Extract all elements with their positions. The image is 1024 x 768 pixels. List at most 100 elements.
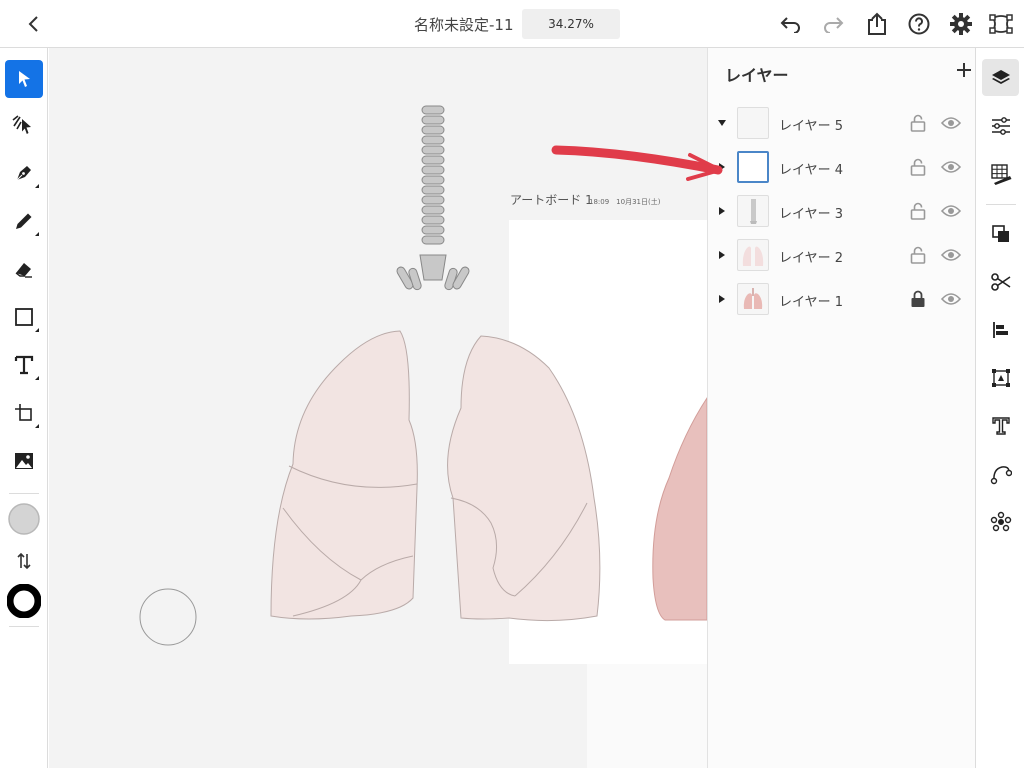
direct-selection-tool[interactable] — [5, 106, 43, 144]
align-panel-button[interactable] — [982, 311, 1019, 348]
layer-disclosure[interactable] — [714, 113, 730, 133]
unlock-icon — [910, 202, 926, 220]
pen-tool[interactable] — [5, 154, 43, 192]
layer-disclosure[interactable] — [714, 289, 730, 309]
layer-name[interactable]: レイヤー 3 — [779, 203, 843, 222]
grid-ruler-panel-button[interactable] — [982, 155, 1019, 192]
toolbar-divider — [9, 626, 39, 627]
help-button[interactable] — [906, 11, 932, 37]
layer-name[interactable]: レイヤー 5 — [779, 115, 843, 134]
zoom-level[interactable]: 34.27% — [522, 9, 620, 39]
rail-divider — [986, 204, 1016, 205]
layer-disclosure[interactable] — [714, 201, 730, 221]
triangle-down-icon — [718, 120, 726, 126]
layer-thumbnail — [737, 239, 769, 271]
triangle-right-icon — [719, 251, 725, 259]
layer-row-4[interactable]: レイヤー 4 — [708, 145, 976, 189]
eraser-icon — [15, 263, 32, 278]
redo-icon — [824, 17, 844, 33]
transform-icon — [991, 368, 1010, 387]
layer-name[interactable]: レイヤー 1 — [779, 291, 843, 310]
font-icon — [991, 416, 1010, 435]
left-toolbar — [0, 48, 48, 768]
layer-visibility-toggle[interactable] — [940, 113, 962, 133]
eye-icon — [941, 205, 961, 217]
layers-icon — [991, 69, 1010, 84]
pencil-tool[interactable] — [5, 202, 43, 240]
stroke-swatch-icon — [7, 584, 41, 618]
toolbar-divider — [9, 493, 39, 494]
unlock-icon — [910, 114, 926, 132]
selection-tool[interactable] — [5, 60, 43, 98]
document-title[interactable]: 名称未設定-11 — [414, 14, 514, 35]
spine-thumbnail — [750, 199, 757, 224]
eraser-tool[interactable] — [5, 250, 43, 288]
layer-visibility-toggle[interactable] — [940, 201, 962, 221]
repeat-panel-button[interactable] — [982, 503, 1019, 540]
layer-lock-toggle[interactable] — [908, 113, 928, 133]
redo-button[interactable] — [820, 11, 846, 37]
right-rail — [975, 48, 1024, 768]
layer-row-2[interactable]: レイヤー 2 — [708, 233, 976, 277]
layers-panel-button[interactable] — [982, 59, 1019, 96]
path-panel-button[interactable] — [982, 455, 1019, 492]
font-panel-button[interactable] — [982, 407, 1019, 444]
share-button[interactable] — [864, 11, 890, 37]
layer-thumbnail — [737, 107, 769, 139]
layer-visibility-toggle[interactable] — [940, 289, 962, 309]
unlock-icon — [910, 158, 926, 176]
layer-lock-toggle[interactable] — [908, 289, 928, 309]
cut-panel-button[interactable] — [982, 263, 1019, 300]
lung-left-artwork[interactable] — [270, 330, 418, 620]
layer-lock-toggle[interactable] — [908, 245, 928, 265]
layer-row-1[interactable]: レイヤー 1 — [708, 277, 976, 321]
layer-disclosure[interactable] — [714, 245, 730, 265]
layer-visibility-toggle[interactable] — [940, 245, 962, 265]
rectangle-icon — [15, 308, 33, 326]
properties-panel-button[interactable] — [982, 107, 1019, 144]
swap-colors-button[interactable] — [5, 542, 43, 580]
pencil-icon — [16, 213, 32, 229]
transform-panel-button[interactable] — [982, 359, 1019, 396]
eye-icon — [941, 117, 961, 129]
lungs-color-thumbnail — [743, 288, 763, 309]
layer-thumbnail — [737, 151, 769, 183]
cut-icon — [990, 272, 1010, 291]
layer-thumbnail — [737, 195, 769, 227]
swap-icon — [17, 552, 31, 570]
rectangle-tool[interactable] — [5, 298, 43, 336]
circle-shape[interactable] — [139, 588, 197, 646]
lung-right-artwork[interactable] — [447, 335, 601, 622]
layer-name[interactable]: レイヤー 4 — [779, 159, 843, 178]
lungs-thumbnail — [742, 246, 764, 266]
back-button[interactable] — [20, 10, 48, 38]
pen-icon — [16, 166, 31, 181]
path-icon — [990, 465, 1012, 484]
layer-visibility-toggle[interactable] — [940, 157, 962, 177]
triangle-right-icon — [719, 207, 725, 215]
layer-name[interactable]: レイヤー 2 — [779, 247, 843, 266]
spine-artwork[interactable] — [396, 105, 471, 291]
properties-icon — [991, 116, 1010, 135]
add-layer-button[interactable] — [952, 58, 976, 82]
artboard-tool[interactable] — [5, 394, 43, 432]
layer-row-3[interactable]: レイヤー 3 — [708, 189, 976, 233]
plus-icon — [957, 63, 971, 77]
image-tool[interactable] — [5, 442, 43, 480]
layer-lock-toggle[interactable] — [908, 201, 928, 221]
stroke-color-swatch[interactable] — [5, 582, 43, 620]
eye-icon — [941, 293, 961, 305]
undo-button[interactable] — [778, 11, 804, 37]
arrange-panel-button[interactable] — [982, 215, 1019, 252]
top-bar: 名称未設定-11 34.27% — [0, 0, 1024, 48]
fill-color-swatch[interactable] — [5, 500, 43, 538]
lung-color-artwork[interactable] — [652, 397, 707, 621]
settings-button[interactable] — [948, 11, 974, 37]
path-edit-button[interactable] — [988, 11, 1014, 37]
help-icon — [908, 13, 930, 35]
eye-icon — [941, 249, 961, 261]
image-icon — [15, 453, 33, 469]
layer-row-5[interactable]: レイヤー 5 — [708, 101, 976, 145]
type-tool[interactable] — [5, 346, 43, 384]
layer-lock-toggle[interactable] — [908, 157, 928, 177]
